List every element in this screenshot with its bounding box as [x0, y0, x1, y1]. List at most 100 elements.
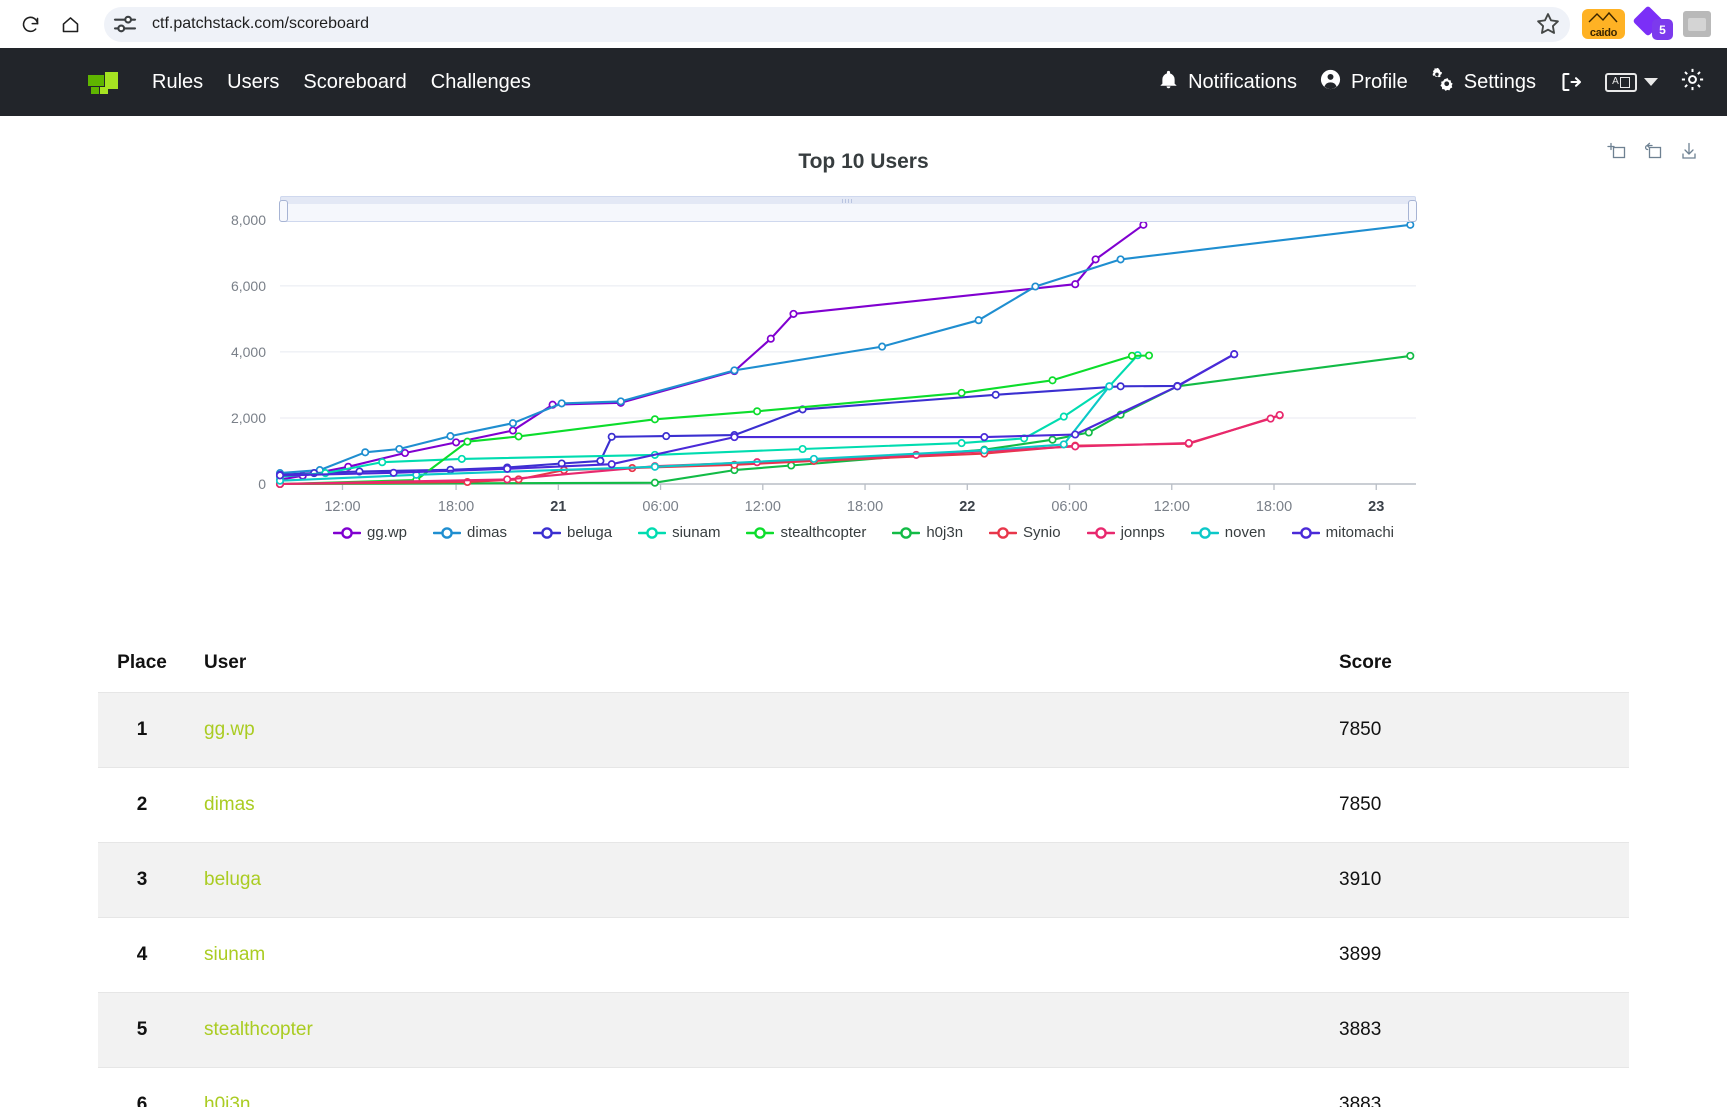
- table-row: 4 siunam 3899: [98, 917, 1629, 993]
- x-axis-tick-label: 12:00: [324, 499, 360, 515]
- cell-user: gg.wp: [186, 692, 1339, 768]
- user-link[interactable]: stealthcopter: [204, 1019, 313, 1040]
- cell-user: beluga: [186, 842, 1339, 918]
- x-axis-tick-label: 23: [1368, 499, 1384, 515]
- cell-place: 1: [98, 692, 186, 768]
- chart-title: Top 10 Users: [798, 150, 929, 173]
- secondary-nav: Notifications Profile Settings A: [1158, 66, 1705, 97]
- cell-score: 3883: [1339, 992, 1629, 1068]
- table-body: 1 gg.wp 7850 2 dimas 7850 3 beluga 3910 4 siunam 38…: [98, 692, 1629, 1107]
- y-axis-tick-label: 2,000: [231, 410, 266, 426]
- cell-score: 7850: [1339, 692, 1629, 768]
- scoreboard-table-wrap: Place User Score 1 gg.wp 7850 2 dimas 7850 3 be…: [0, 636, 1727, 1107]
- cell-place: 3: [98, 842, 186, 918]
- gray-extension-icon[interactable]: [1683, 11, 1711, 37]
- chart-series-noven[interactable]: [275, 382, 1114, 485]
- cell-place: 4: [98, 917, 186, 993]
- nav-label-notifications: Notifications: [1188, 70, 1298, 93]
- chart-range-slider[interactable]: [279, 196, 1417, 222]
- user-link[interactable]: beluga: [204, 869, 261, 890]
- cell-user: stealthcopter: [186, 992, 1339, 1068]
- selection-zoom-icon[interactable]: [1607, 141, 1627, 161]
- y-axis-tick-label: 4,000: [231, 344, 266, 360]
- nav-link-users[interactable]: Users: [227, 71, 279, 94]
- chevron-down-icon: [1644, 78, 1658, 86]
- cell-place: 2: [98, 767, 186, 843]
- y-axis-tick-label: 0: [258, 476, 266, 492]
- x-axis-tick-label: 12:00: [1154, 499, 1190, 515]
- table-row: 5 stealthcopter 3883: [98, 992, 1629, 1068]
- cell-user: dimas: [186, 767, 1339, 843]
- scoreboard-table: Place User Score 1 gg.wp 7850 2 dimas 7850 3 be…: [98, 636, 1629, 1107]
- table-header-row: Place User Score: [98, 636, 1629, 693]
- star-icon[interactable]: [1534, 10, 1562, 38]
- x-axis-tick-label: 21: [550, 499, 566, 515]
- nav-label-profile: Profile: [1351, 70, 1408, 93]
- url-text: ctf.patchstack.com/scoreboard: [152, 15, 369, 32]
- user-link[interactable]: dimas: [204, 794, 255, 815]
- table-row: 1 gg.wp 7850: [98, 692, 1629, 768]
- site-settings-icon[interactable]: [110, 9, 140, 39]
- column-header-place: Place: [117, 652, 167, 673]
- reload-icon[interactable]: [10, 4, 50, 44]
- x-axis-tick-label: 18:00: [847, 499, 883, 515]
- chart-series-stealthcopter[interactable]: [275, 351, 1154, 489]
- chart-svg[interactable]: 0 2,000 4,000 6,000 8,000 12:00 18:00 21 06:00 12…: [0, 188, 1727, 548]
- translate-icon: A: [1605, 72, 1637, 92]
- scoreboard-chart-card: Top 10 Users 0 2,000 4,000 6,000 8,000 12:00 1…: [0, 116, 1727, 636]
- download-menu-icon[interactable]: [1679, 141, 1699, 161]
- range-slider-handle-right[interactable]: [1408, 200, 1417, 222]
- gray-extension-inner: [1688, 17, 1706, 31]
- browser-toolbar: ctf.patchstack.com/scoreboard caido 5: [0, 0, 1727, 48]
- primary-nav: Rules Users Scoreboard Challenges: [152, 71, 531, 94]
- user-link[interactable]: h0j3n: [204, 1094, 251, 1107]
- table-row: 6 h0j3n 3883: [98, 1067, 1629, 1107]
- language-selector[interactable]: A: [1605, 72, 1658, 92]
- cell-user: h0j3n: [186, 1067, 1339, 1107]
- address-bar[interactable]: ctf.patchstack.com/scoreboard: [104, 6, 1570, 42]
- chart-plot-area: 0 2,000 4,000 6,000 8,000 12:00 18:00 21 06:00 12…: [0, 188, 1727, 518]
- logout-icon[interactable]: [1558, 70, 1583, 94]
- cell-user: siunam: [186, 917, 1339, 993]
- nav-link-settings[interactable]: Settings: [1430, 66, 1536, 97]
- nav-link-challenges[interactable]: Challenges: [431, 71, 531, 94]
- caido-extension-label: caido: [1589, 27, 1618, 39]
- page-content: Top 10 Users 0 2,000 4,000 6,000 8,000 12:00 1…: [0, 116, 1727, 1107]
- range-slider-grip: [842, 199, 854, 203]
- extension-icons: caido 5: [1582, 5, 1717, 40]
- x-axis-tick-label: 18:00: [1256, 499, 1292, 515]
- cell-score: 3883: [1339, 1067, 1629, 1107]
- nav-label-settings: Settings: [1463, 70, 1536, 93]
- range-slider-handle-left[interactable]: [279, 200, 288, 222]
- user-icon: [1319, 68, 1342, 97]
- column-header-score: Score: [1339, 652, 1392, 673]
- nav-link-scoreboard[interactable]: Scoreboard: [303, 71, 406, 94]
- nav-link-rules[interactable]: Rules: [152, 71, 203, 94]
- x-axis-tick-label: 12:00: [745, 499, 781, 515]
- cell-score: 3899: [1339, 917, 1629, 993]
- reset-zoom-icon[interactable]: [1643, 141, 1663, 161]
- site-navbar: Rules Users Scoreboard Challenges Notifi…: [0, 48, 1727, 116]
- chart-toolbar: [1607, 141, 1699, 161]
- purple-extension-icon[interactable]: 5: [1632, 5, 1673, 40]
- x-axis-tick-label: 22: [959, 499, 975, 515]
- column-header-user: User: [204, 652, 247, 673]
- cell-place: 6: [98, 1067, 186, 1107]
- nav-link-notifications[interactable]: Notifications: [1158, 69, 1297, 96]
- y-axis-tick-label: 8,000: [231, 212, 266, 228]
- y-axis-tick-label: 6,000: [231, 278, 266, 294]
- user-link[interactable]: siunam: [204, 944, 265, 965]
- theme-gear-icon[interactable]: [1680, 67, 1705, 97]
- nav-link-profile[interactable]: Profile: [1319, 68, 1408, 97]
- cell-score: 3910: [1339, 842, 1629, 918]
- range-slider-track: [283, 204, 1413, 221]
- home-icon[interactable]: [50, 4, 90, 44]
- patchstack-logo-icon[interactable]: [88, 69, 118, 96]
- x-axis-tick-label: 06:00: [642, 499, 678, 515]
- chart-series-h0j3n[interactable]: [275, 351, 1415, 489]
- extension-badge-count: 5: [1652, 19, 1673, 40]
- cell-score: 7850: [1339, 767, 1629, 843]
- bell-icon: [1158, 69, 1179, 96]
- caido-extension-icon[interactable]: caido: [1582, 9, 1625, 39]
- user-link[interactable]: gg.wp: [204, 719, 255, 740]
